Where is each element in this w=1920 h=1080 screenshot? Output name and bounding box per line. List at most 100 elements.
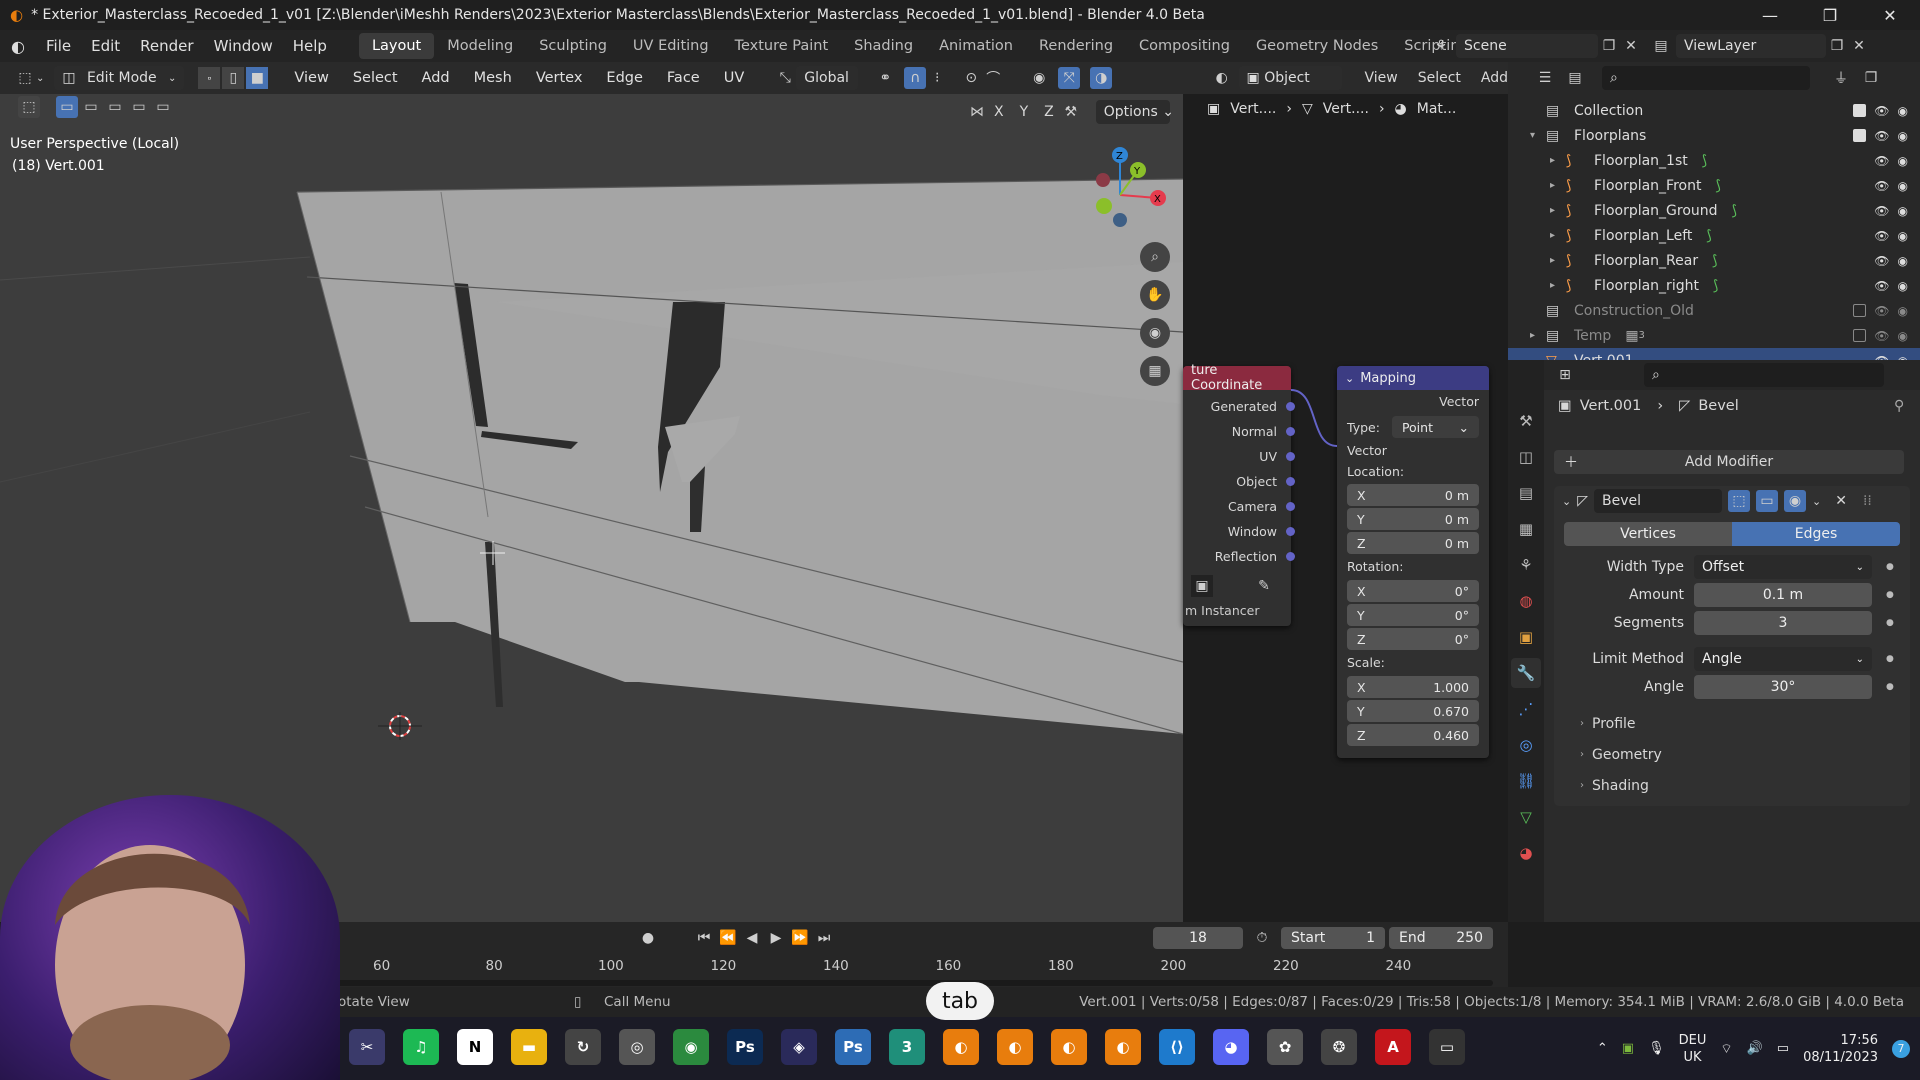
viewport-menu-face[interactable]: Face [655,62,712,94]
mapping-scl-y-field[interactable]: Y 0.670 [1347,700,1479,722]
render-camera-icon[interactable]: ◉ [1898,279,1908,293]
workspace-tab-uv-editing[interactable]: UV Editing [620,33,722,59]
photoshop-2-app-icon[interactable]: Ps [835,1029,871,1065]
chrome-dev-app-icon[interactable]: ◎ [619,1029,655,1065]
viewport-menu-select[interactable]: Select [341,62,410,94]
object-tab-icon[interactable]: ▣ [1511,622,1541,652]
affect-vertices-button[interactable]: Vertices [1564,522,1732,546]
visibility-eye-icon[interactable]: 👁 [1874,204,1889,218]
editor-type-chevron-icon[interactable]: ⌄ [36,73,44,84]
output-socket[interactable] [1286,502,1295,511]
frame-ruler[interactable]: 60 80 100 120 140 160 180 200 220 240 [335,954,1508,980]
terminal-app-icon[interactable]: ▭ [1429,1029,1465,1065]
mapping-rot-x-field[interactable]: X 0° [1347,580,1479,602]
outliner-row-collection[interactable]: ▤ Collection 👁 ◉ [1508,98,1920,123]
menu-render[interactable]: Render [130,30,203,62]
render-camera-icon[interactable]: ◉ [1898,254,1908,268]
texcoord-output-camera[interactable]: Camera [1183,494,1295,519]
mapping-loc-z-field[interactable]: Z 0 m [1347,532,1479,554]
visibility-eye-icon[interactable]: 👁 [1874,179,1889,193]
expand-arrow-icon[interactable]: ▸ [1550,230,1566,241]
workspace-tab-animation[interactable]: Animation [926,33,1026,59]
tool-tab-icon[interactable]: ⚒ [1511,406,1541,436]
close-button[interactable]: ✕ [1860,0,1920,30]
exclude-checkbox[interactable] [1853,129,1867,142]
affect-edges-button[interactable]: Edges [1732,522,1900,546]
prop-value-field[interactable]: 3 [1694,611,1872,635]
prop-value-field[interactable]: Offset ⌄ [1694,555,1872,579]
mapping-rot-y-field[interactable]: Y 0° [1347,604,1479,626]
scene-icon[interactable]: ⚘ [1430,35,1452,57]
clock[interactable]: 17:56 08/11/2023 [1803,1032,1878,1066]
workspace-tab-sculpting[interactable]: Sculpting [526,33,620,59]
shader-type-icon[interactable]: ◐ [1211,67,1233,89]
render-camera-icon[interactable]: ◉ [1898,129,1908,143]
prop-value-field[interactable]: Angle ⌄ [1694,647,1872,671]
texcoord-output-normal[interactable]: Normal [1183,419,1295,444]
menu-file[interactable]: File [36,30,81,62]
mapping-scl-x-field[interactable]: X 1.000 [1347,676,1479,698]
workspace-tab-modeling[interactable]: Modeling [434,33,526,59]
blender-1-app-icon[interactable]: ◐ [943,1029,979,1065]
node-menu-view[interactable]: View [1364,70,1397,86]
visibility-eye-icon[interactable]: 👁 [1874,129,1889,143]
outliner-row-temp[interactable]: ▸ ▤ Temp ▦ 3 👁 ◉ [1508,323,1920,348]
menu-edit[interactable]: Edit [81,30,130,62]
menu-help[interactable]: Help [283,30,337,62]
visibility-eye-icon[interactable]: 👁 [1874,304,1889,318]
breadcrumb-object[interactable]: Vert.... [1230,101,1276,117]
from-instancer-label[interactable]: m Instancer [1183,603,1291,618]
face-select-icon[interactable]: ■ [246,67,269,89]
file-explorer-app-icon[interactable]: ▬ [511,1029,547,1065]
blender-3-app-icon[interactable]: ◐ [1051,1029,1087,1065]
prop-value-field[interactable]: 0.1 m [1694,583,1872,607]
outliner-row-construction-old[interactable]: ▤ Construction_Old 👁 ◉ [1508,298,1920,323]
outliner-search[interactable]: ⌕ [1602,66,1810,90]
select-mode-extend-icon[interactable]: ▭ [80,96,102,118]
scene-tab-icon[interactable]: ⚘ [1511,550,1541,580]
overlay-toggle-icon[interactable]: ◑ [1090,67,1113,89]
ortho-grid-icon[interactable]: ▦ [1140,356,1170,386]
auto-key-icon[interactable]: ● [637,927,659,949]
expand-arrow-icon[interactable]: ▸ [1550,255,1566,266]
node-menu-select[interactable]: Select [1418,70,1461,86]
sync-app-app-icon[interactable]: ↻ [565,1029,601,1065]
outliner-row-floorplan-ground[interactable]: ▸ ⟆ Floorplan_Ground ⟆ 👁 ◉ [1508,198,1920,223]
app-3-app-icon[interactable]: 3 [889,1029,925,1065]
select-mode-intersect-icon[interactable]: ▭ [152,96,174,118]
breadcrumb-material[interactable]: Mat... [1417,101,1457,117]
render-camera-icon[interactable]: ◉ [1898,104,1908,118]
world-tab-icon[interactable]: ◍ [1511,586,1541,616]
collapse-chevron-icon[interactable]: ⌄ [1562,495,1571,508]
visibility-eye-icon[interactable]: 👁 [1874,279,1889,293]
viewport-menu-edge[interactable]: Edge [594,62,655,94]
texture-coordinate-node[interactable]: ture Coordinate Generated Normal UV Object C… [1183,363,1295,626]
blender-2-app-icon[interactable]: ◐ [997,1029,1033,1065]
delete-scene-icon[interactable]: ✕ [1620,35,1642,57]
3d-viewport[interactable]: User Perspective (Local) (18) Vert.001 Z… [0,62,1183,922]
keyframe-dot-icon[interactable]: ● [1886,618,1894,628]
pin-icon[interactable]: ⚲ [1894,398,1904,414]
workspace-tab-geometry-nodes[interactable]: Geometry Nodes [1243,33,1391,59]
viewport-menu-view[interactable]: View [282,62,340,94]
particles-tab-icon[interactable]: ⋰ [1511,694,1541,724]
output-socket[interactable] [1286,552,1295,561]
workspace-tab-compositing[interactable]: Compositing [1126,33,1243,59]
mapping-loc-y-field[interactable]: Y 0 m [1347,508,1479,530]
edit-mode-toggle-icon[interactable]: ⬚ [1728,490,1750,512]
snap-icon[interactable]: ∩ [904,67,927,89]
properties-editor[interactable]: ⚒ ◫ ▤ ▦ ⚘ ◍ ▣ 🔧 ⋰ ◎ ⛓ ▽ ◕ ⊞ ⌕ ▣ Vert.001 … [1508,360,1920,922]
volume-icon[interactable]: 🔊 [1747,1041,1763,1056]
falloff-icon[interactable]: ⌒ [982,67,1004,89]
photoshop-app-icon[interactable]: Ps [727,1029,763,1065]
display-mode-icon[interactable]: ▤ [1564,67,1586,89]
expand-arrow-icon[interactable]: ▸ [1550,205,1566,216]
outliner-row-floorplans[interactable]: ▾ ▤ Floorplans 👁 ◉ [1508,123,1920,148]
render-toggle-icon[interactable]: ◉ [1784,490,1806,512]
blender-4-app-icon[interactable]: ◐ [1105,1029,1141,1065]
collapse-arrow-icon[interactable]: ▾ [1530,130,1546,141]
start-frame-field[interactable]: Start 1 [1281,927,1385,949]
view-layer-selector[interactable]: ViewLayer [1676,34,1826,58]
navigation-gizmo[interactable]: Z X Y [1070,140,1170,240]
drag-handle-icon[interactable]: ⁞⁞ [1863,493,1872,509]
